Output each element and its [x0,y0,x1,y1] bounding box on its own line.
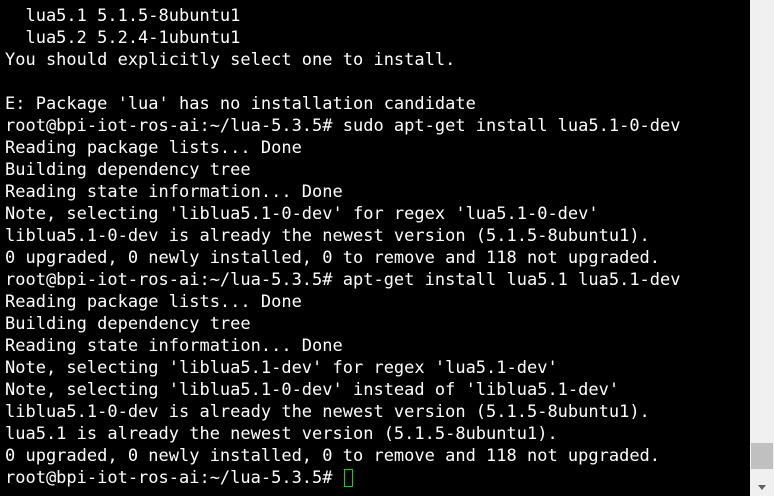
terminal-line: lua5.2 5.2.4-1ubuntu1 [5,28,241,48]
terminal-line: Reading state information... Done [5,336,343,356]
terminal-cursor [343,469,353,487]
terminal-output: lua5.1 5.1.5-8ubuntu1 lua5.2 5.2.4-1ubun… [5,5,681,489]
terminal-line: Note, selecting 'liblua5.1-0-dev' for re… [5,204,599,224]
terminal-prompt-line[interactable]: root@bpi-iot-ros-ai:~/lua-5.3.5# [5,467,681,489]
vertical-scrollbar[interactable] [750,0,774,496]
scrollbar-thumb[interactable] [751,443,773,469]
terminal-line: liblua5.1-0-dev is already the newest ve… [5,402,650,422]
terminal-line: 0 upgraded, 0 newly installed, 0 to remo… [5,248,661,268]
terminal-line: Note, selecting 'liblua5.1-0-dev' instea… [5,380,620,400]
terminal-line: Building dependency tree [5,160,251,180]
terminal-line: Reading package lists... Done [5,138,302,158]
terminal-prompt: root@bpi-iot-ros-ai:~/lua-5.3.5# [5,468,343,488]
terminal-line: liblua5.1-0-dev is already the newest ve… [5,226,650,246]
scroll-down-arrow-icon[interactable] [750,479,774,496]
terminal-window[interactable]: lua5.1 5.1.5-8ubuntu1 lua5.2 5.2.4-1ubun… [0,0,750,496]
terminal-line: Note, selecting 'liblua5.1-dev' for rege… [5,358,558,378]
terminal-line: Reading state information... Done [5,182,343,202]
terminal-line: 0 upgraded, 0 newly installed, 0 to remo… [5,446,661,466]
terminal-line: lua5.1 is already the newest version (5.… [5,424,558,444]
terminal-line: Reading package lists... Done [5,292,302,312]
terminal-line: root@bpi-iot-ros-ai:~/lua-5.3.5# apt-get… [5,270,681,290]
terminal-line: lua5.1 5.1.5-8ubuntu1 [5,6,241,26]
terminal-line: E: Package 'lua' has no installation can… [5,94,476,114]
terminal-line: root@bpi-iot-ros-ai:~/lua-5.3.5# sudo ap… [5,116,681,136]
terminal-line: Building dependency tree [5,314,251,334]
terminal-line: You should explicitly select one to inst… [5,50,456,70]
